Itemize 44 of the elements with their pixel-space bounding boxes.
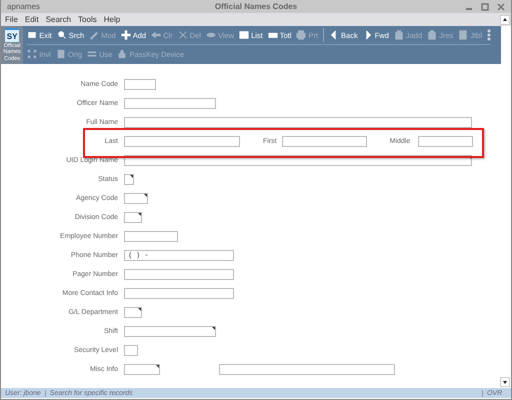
input-field[interactable] (418, 136, 474, 147)
menu-item[interactable]: File (5, 15, 18, 24)
input-field[interactable] (124, 98, 216, 109)
eye-icon (206, 30, 216, 40)
menu-item[interactable]: Search (46, 15, 72, 24)
dropdown-field[interactable] (124, 155, 472, 166)
clipboard-icon (427, 30, 438, 40)
dropdown-field[interactable] (124, 326, 216, 337)
more-icon[interactable] (487, 29, 491, 41)
module-code: SY (5, 28, 20, 42)
dropdown-field[interactable] (124, 307, 142, 318)
x-icon (178, 30, 188, 40)
input-field[interactable] (124, 345, 138, 356)
clipboard-icon (394, 30, 404, 40)
input-field[interactable] (124, 117, 472, 128)
close-icon[interactable] (497, 2, 505, 10)
app-name: apnames (7, 2, 40, 11)
bars-icon (87, 49, 98, 59)
menu-item[interactable]: Help (104, 15, 120, 24)
scroll-down-icon[interactable] (500, 377, 510, 387)
input-field[interactable] (219, 364, 395, 375)
input-field[interactable] (124, 136, 240, 147)
input-field[interactable] (124, 288, 234, 299)
maximize-icon[interactable] (481, 2, 489, 10)
dropdown-field[interactable] (124, 364, 160, 375)
input-field[interactable] (124, 269, 234, 280)
printer-icon (296, 30, 306, 40)
menu-item[interactable]: Tools (78, 15, 97, 24)
input-field[interactable] (282, 136, 367, 147)
pencil-icon (89, 30, 100, 40)
dropdown-field[interactable] (124, 174, 134, 185)
dropdown-field[interactable] (124, 212, 142, 223)
lock-icon (117, 49, 128, 59)
input-field[interactable] (124, 79, 156, 90)
scroll-up-icon[interactable] (500, 14, 510, 24)
left-arrow-icon (151, 30, 162, 40)
grid-icon (27, 49, 38, 59)
window-title: Official Names Codes (214, 2, 298, 11)
plus-icon (120, 30, 131, 40)
menu-item[interactable]: Edit (24, 15, 39, 24)
search-icon (56, 30, 67, 40)
dropdown-field[interactable] (124, 193, 148, 204)
input-field[interactable] (124, 231, 178, 242)
list-icon (239, 30, 250, 40)
